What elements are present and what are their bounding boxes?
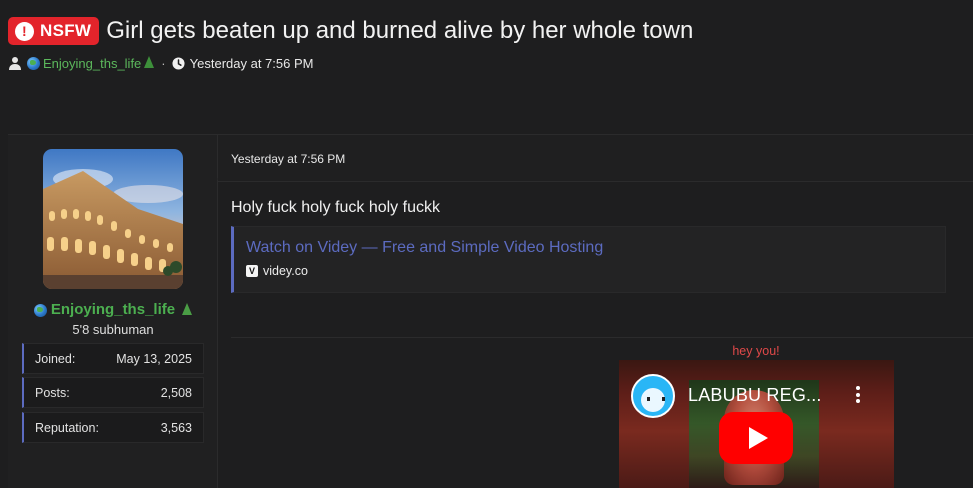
post-main-cell: Yesterday at 7:56 PM Holy fuck holy fuck… xyxy=(218,135,973,488)
thread-title: Girl gets beaten up and burned alive by … xyxy=(106,17,694,44)
post-username-text[interactable]: Enjoying_ths_life xyxy=(51,301,175,318)
alert-icon: ! xyxy=(15,21,34,41)
link-embed[interactable]: Watch on Videy — Free and Simple Video H… xyxy=(231,226,946,293)
thread-author-link[interactable]: Enjoying_ths_life xyxy=(43,56,141,71)
tree-emoji-icon xyxy=(182,303,193,316)
stat-label: Reputation: xyxy=(35,420,99,435)
stat-reputation: Reputation: 3,563 xyxy=(22,412,204,443)
thread-title-row: ! NSFW Girl gets beaten up and burned al… xyxy=(8,15,968,47)
avatar-image xyxy=(43,149,183,289)
post-date-link[interactable]: Yesterday at 7:56 PM xyxy=(231,152,345,166)
video-title[interactable]: LABUBU REG... xyxy=(688,385,822,406)
channel-avatar[interactable] xyxy=(631,374,675,418)
post-user-cell: Enjoying_ths_life 5'8 subhuman Joined: M… xyxy=(8,135,226,488)
post-header: Yesterday at 7:56 PM xyxy=(218,135,973,182)
play-icon[interactable] xyxy=(719,412,793,464)
kebab-menu-icon[interactable] xyxy=(855,386,861,406)
post-body: Holy fuck holy fuck holy fuckk xyxy=(231,199,440,216)
globe-emoji-icon xyxy=(27,56,40,70)
stat-value: May 13, 2025 xyxy=(116,351,192,366)
nsfw-badge[interactable]: ! NSFW xyxy=(8,17,100,45)
post: Enjoying_ths_life 5'8 subhuman Joined: M… xyxy=(8,134,973,488)
post-username[interactable]: Enjoying_ths_life xyxy=(8,301,218,318)
videy-favicon-icon: V xyxy=(246,265,258,277)
embed-site: V videy.co xyxy=(246,264,308,278)
youtube-embed[interactable]: LABUBU REG... xyxy=(619,360,894,488)
embed-site-label: videy.co xyxy=(263,264,308,278)
thread-timestamp[interactable]: Yesterday at 7:56 PM xyxy=(190,56,314,71)
stat-value: 3,563 xyxy=(160,420,192,435)
embed-title-link[interactable]: Watch on Videy — Free and Simple Video H… xyxy=(246,239,603,257)
clock-icon xyxy=(172,56,185,70)
avatar[interactable] xyxy=(43,149,183,289)
nsfw-badge-label: NSFW xyxy=(40,21,92,40)
stat-label: Joined: xyxy=(35,351,76,366)
thread-meta: Enjoying_ths_life · Yesterday at 7:56 PM xyxy=(8,54,968,72)
stat-value: 2,508 xyxy=(160,385,192,400)
stat-label: Posts: xyxy=(35,385,70,400)
signature-text: hey you! xyxy=(732,344,780,358)
globe-emoji-icon xyxy=(33,303,47,317)
user-title: 5'8 subhuman xyxy=(72,322,154,337)
thread-header: ! NSFW Girl gets beaten up and burned al… xyxy=(8,15,968,72)
tree-emoji-icon xyxy=(144,56,155,68)
user-icon xyxy=(9,57,21,70)
meta-separator: · xyxy=(161,55,166,71)
stat-joined: Joined: May 13, 2025 xyxy=(22,343,204,374)
stat-posts: Posts: 2,508 xyxy=(22,377,204,408)
signature-divider xyxy=(231,337,973,338)
